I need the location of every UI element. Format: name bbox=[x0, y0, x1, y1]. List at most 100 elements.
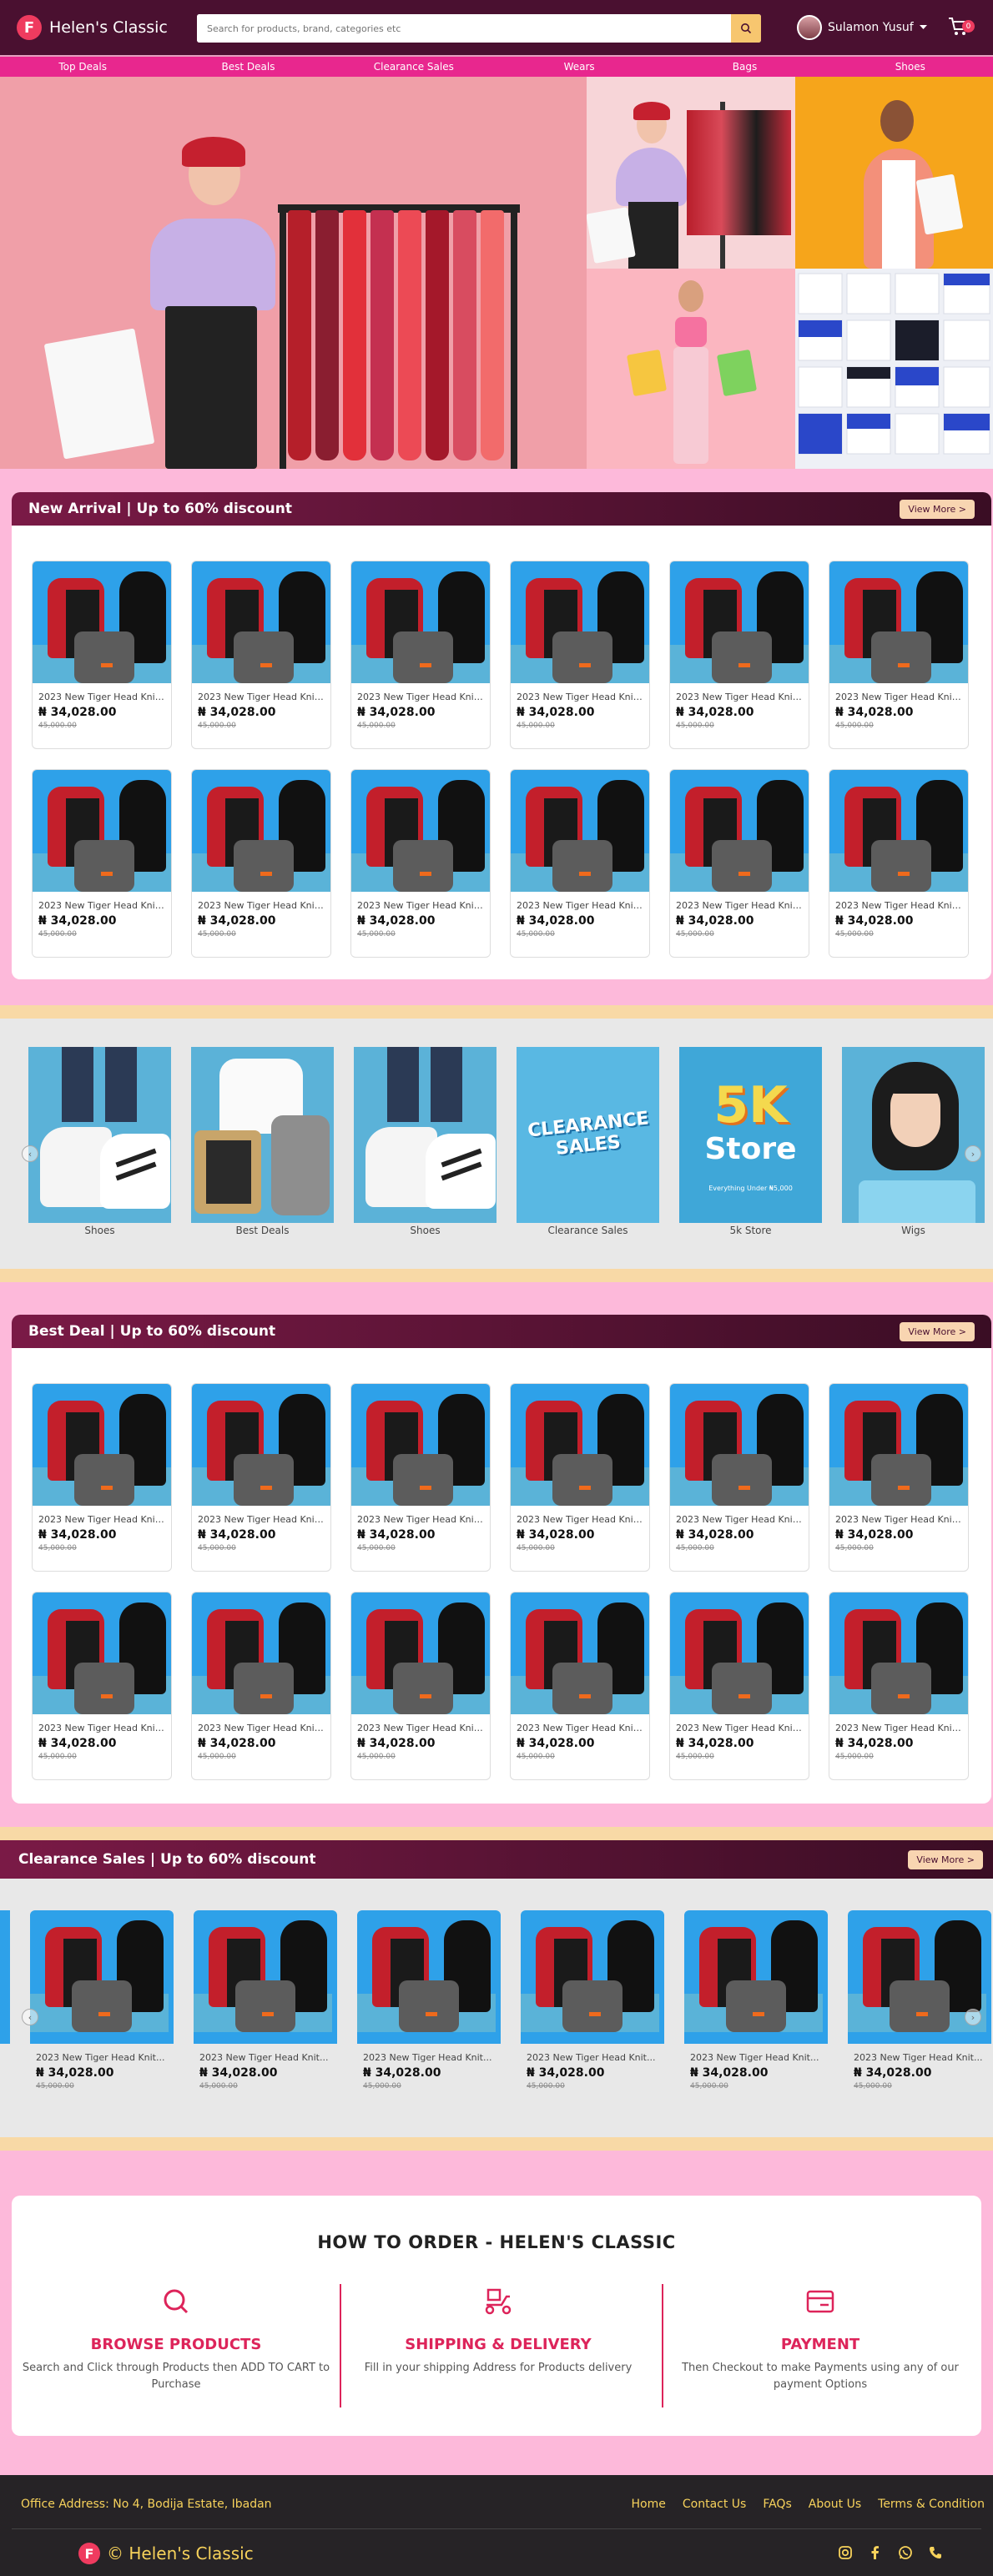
product-card[interactable]: 2023 New Tiger Head Knit... ₦ 34,028.00 45… bbox=[510, 1592, 650, 1780]
product-name: 2023 New Tiger Head Knit... bbox=[676, 900, 805, 911]
category-best-deals[interactable]: Best Deals bbox=[191, 1047, 334, 1236]
person-hat bbox=[182, 137, 245, 167]
nav-wears[interactable]: Wears bbox=[500, 61, 658, 73]
product-card[interactable]: 2023 New Tiger Head Knit... ₦ 34,028.00 45… bbox=[350, 1383, 491, 1572]
nav-clearance-sales[interactable]: Clearance Sales bbox=[335, 61, 493, 73]
orange bbox=[101, 872, 113, 876]
product-card[interactable]: 2023 New Tiger Head Knit... ₦ 34,028.00 45… bbox=[829, 1592, 969, 1780]
user-menu[interactable]: Sulamon Yusuf bbox=[797, 15, 927, 40]
product-card[interactable]: 2023 New Tiger Head Knit... ₦ 34,028.00 45… bbox=[510, 1383, 650, 1572]
phone-icon[interactable] bbox=[928, 2545, 943, 2560]
product-card[interactable]: 2023 New Tiger Head Knit... ₦ 34,028.00 45… bbox=[848, 1910, 991, 2098]
product-name: 2023 New Tiger Head Knit... bbox=[357, 1514, 486, 1525]
category-wigs[interactable]: Wigs bbox=[842, 1047, 985, 1236]
product-card[interactable]: 2023 New Tiger Head Knit... ₦ 34,028.00 45… bbox=[32, 1383, 172, 1572]
cart-button[interactable]: 0 bbox=[948, 17, 978, 40]
view-more-button[interactable]: View More > bbox=[900, 499, 975, 519]
avatar bbox=[797, 15, 822, 40]
product-name: 2023 New Tiger Head Knit... bbox=[36, 2052, 165, 2063]
product-card[interactable]: 2023 New Tiger Head Knit... ₦ 34,028.00 45… bbox=[32, 769, 172, 958]
hero-tile-yellow[interactable] bbox=[795, 77, 993, 269]
product-card[interactable]: 2023 New Tiger Head Knit... ₦ 34,028.00 45… bbox=[350, 561, 491, 749]
product-old-price: 45,000.00 bbox=[517, 722, 555, 730]
hero-main-image[interactable] bbox=[0, 77, 587, 469]
product-card[interactable]: 2023 New Tiger Head Knit... ₦ 34,028.00 45… bbox=[194, 1910, 337, 2098]
product-card[interactable]: 2023 New Tiger Head Knit... ₦ 34,028.00 45… bbox=[350, 769, 491, 958]
product-image bbox=[521, 1910, 664, 2044]
view-more-button[interactable]: View More > bbox=[900, 1321, 975, 1341]
footer-logo[interactable]: F © Helen's Classic bbox=[78, 2543, 254, 2564]
footer-link-contact[interactable]: Contact Us bbox=[683, 2498, 746, 2511]
pack2 bbox=[234, 840, 294, 892]
user-name: Sulamon Yusuf bbox=[828, 21, 914, 34]
pack2 bbox=[74, 840, 134, 892]
product-card[interactable]: 2023 New Tiger Head Knit... ₦ 34,028.00 45… bbox=[669, 561, 809, 749]
hero-tile-websites[interactable] bbox=[795, 269, 993, 469]
product-card[interactable]: 2023 New Tiger Head Knit... ₦ 34,028.00 45… bbox=[510, 561, 650, 749]
carousel-prev-button[interactable]: ‹ bbox=[22, 2009, 38, 2025]
product-card[interactable]: 2023 New Tiger Head Knit... ₦ 34,028.00 45… bbox=[521, 1910, 664, 2098]
nav-shoes[interactable]: Shoes bbox=[831, 61, 990, 73]
divider-strip bbox=[0, 1269, 993, 1282]
category-shoes[interactable]: Shoes bbox=[28, 1047, 171, 1236]
product-card[interactable]: 2023 New Tiger Head Knit... ₦ 34,028.00 45… bbox=[829, 1383, 969, 1572]
hero-tile-pink[interactable] bbox=[587, 269, 795, 469]
category-shoes-2[interactable]: Shoes bbox=[354, 1047, 496, 1236]
product-old-price: 45,000.00 bbox=[676, 722, 714, 730]
orange bbox=[260, 1694, 272, 1698]
brand-logo[interactable]: F Helen's Classic bbox=[17, 15, 168, 40]
nav-bags[interactable]: Bags bbox=[665, 61, 824, 73]
footer-link-faqs[interactable]: FAQs bbox=[763, 2498, 791, 2511]
product-name: 2023 New Tiger Head Knit... bbox=[676, 1723, 805, 1733]
product-card[interactable]: 2023 New Tiger Head Knit... ₦ 34,028.00 45… bbox=[357, 1910, 501, 2098]
product-old-price: 45,000.00 bbox=[38, 930, 77, 938]
product-card[interactable]: 2023 New Tiger Head Knit... ₦ 34,028.00 45… bbox=[684, 1910, 828, 2098]
search-button[interactable] bbox=[731, 14, 761, 43]
pack2 bbox=[234, 1454, 294, 1506]
product-card[interactable]: 2023 New Tiger Head Knit... ₦ 34,028.00 45… bbox=[32, 1592, 172, 1780]
product-card[interactable]: 2023 New Tiger Head Knit... ₦ 34,028.00 45… bbox=[669, 769, 809, 958]
carousel-next-button[interactable]: › bbox=[965, 1145, 981, 1162]
product-card[interactable]: 2023 New Tiger Head Knit... ₦ 34,028.00 45… bbox=[350, 1592, 491, 1780]
nav-top-deals[interactable]: Top Deals bbox=[3, 61, 162, 73]
product-card[interactable]: 2023 New Tiger Head Knit... ₦ 34,028.00 45… bbox=[669, 1383, 809, 1572]
product-old-price: 45,000.00 bbox=[690, 2082, 728, 2090]
product-card[interactable]: 2023 New Tiger Head Knit... ₦ 34,028.00 45… bbox=[829, 769, 969, 958]
hero-tile-shopper[interactable] bbox=[587, 77, 795, 269]
whatsapp-icon[interactable] bbox=[898, 2545, 913, 2560]
product-image bbox=[511, 1592, 649, 1714]
product-name: 2023 New Tiger Head Knit... bbox=[517, 692, 646, 702]
view-more-button[interactable]: View More > bbox=[908, 1849, 983, 1869]
category-5k-store[interactable]: 5K Store Everything Under ₦5,000 5k Stor… bbox=[679, 1047, 822, 1236]
instagram-icon[interactable] bbox=[838, 2545, 853, 2560]
product-name: 2023 New Tiger Head Knit... bbox=[38, 692, 168, 702]
footer-link-terms[interactable]: Terms & Condition bbox=[878, 2498, 985, 2511]
product-price: ₦ 34,028.00 bbox=[198, 1528, 276, 1542]
nav-best-deals[interactable]: Best Deals bbox=[169, 61, 327, 73]
pack2 bbox=[399, 1980, 459, 2032]
product-card[interactable]: 2023 New Tiger Head Knit... ₦ 34,028.00 45… bbox=[191, 1592, 331, 1780]
step-description: Then Checkout to make Payments using any… bbox=[682, 2362, 959, 2391]
carousel-prev-button[interactable]: ‹ bbox=[22, 1145, 38, 1162]
product-old-price: 45,000.00 bbox=[517, 930, 555, 938]
category-clearance-sales[interactable]: CLEARANCE SALES Clearance Sales bbox=[517, 1047, 659, 1236]
orange bbox=[260, 872, 272, 876]
product-card[interactable]: 2023 New Tiger Head Knit... ₦ 34,028.00 45… bbox=[191, 1383, 331, 1572]
product-card[interactable]: 2023 New Tiger Head Knit... ₦ 34,028.00 45… bbox=[32, 561, 172, 749]
product-name: 2023 New Tiger Head Knit... bbox=[38, 1723, 168, 1733]
product-image bbox=[351, 1384, 490, 1506]
product-card[interactable]: 2023 New Tiger Head Knit... ₦ 34,028.00 45… bbox=[510, 769, 650, 958]
dress bbox=[288, 210, 311, 460]
product-card[interactable]: 2023 New Tiger Head Knit... ₦ 34,028.00 45… bbox=[191, 769, 331, 958]
product-card[interactable]: 2023 New Tiger Head Knit... ₦ 34,028.00 45… bbox=[669, 1592, 809, 1780]
footer-link-about[interactable]: About Us bbox=[809, 2498, 861, 2511]
search-input[interactable] bbox=[197, 14, 731, 43]
product-price: ₦ 34,028.00 bbox=[198, 706, 276, 719]
carousel-next-button[interactable]: › bbox=[965, 2009, 981, 2025]
product-card[interactable]: 2023 New Tiger Head Knit... ₦ 34,028.00 45… bbox=[30, 1910, 174, 2098]
facebook-icon[interactable] bbox=[868, 2545, 883, 2560]
footer-link-home[interactable]: Home bbox=[632, 2498, 666, 2511]
product-card[interactable]: 2023 New Tiger Head Knit... ₦ 34,028.00 45… bbox=[191, 561, 331, 749]
product-name: 2023 New Tiger Head Knit... bbox=[38, 1514, 168, 1525]
product-card[interactable]: 2023 New Tiger Head Knit... ₦ 34,028.00 45… bbox=[829, 561, 969, 749]
